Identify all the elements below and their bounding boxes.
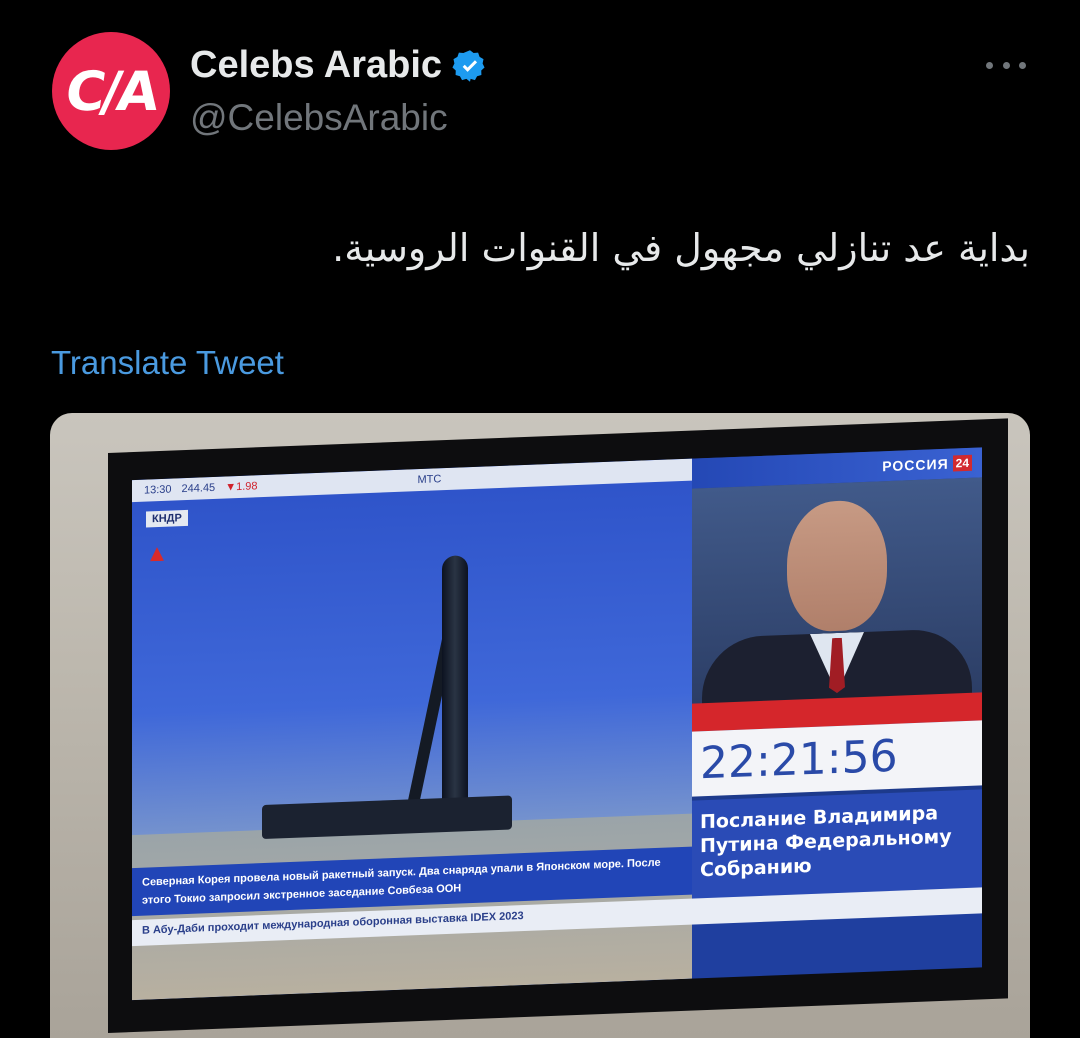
display-name[interactable]: Celebs Arabic xyxy=(190,44,488,87)
channel-name: РОССИЯ xyxy=(882,455,949,475)
avatar[interactable]: C/A xyxy=(52,32,170,150)
tweet-media-image[interactable]: 13:30 244.45 ▼1.98 МТС КНДР Северная Кор… xyxy=(50,413,1030,1038)
user-handle[interactable]: @CelebsArabic xyxy=(190,97,448,139)
address-caption: Послание Владимира Путина Федеральному С… xyxy=(692,789,982,899)
more-dot xyxy=(986,61,993,69)
missile-image xyxy=(442,555,468,827)
display-name-text: Celebs Arabic xyxy=(190,44,443,86)
verified-badge-icon xyxy=(452,49,485,82)
broadcaster-logo-icon xyxy=(150,547,164,562)
more-options-icon[interactable] xyxy=(986,50,1026,80)
tv-frame: 13:30 244.45 ▼1.98 МТС КНДР Северная Кор… xyxy=(108,418,1008,1033)
more-dot xyxy=(1019,61,1026,69)
speaker-portrait xyxy=(692,477,982,709)
portrait-head xyxy=(787,499,887,633)
market-ticker-bar: 13:30 244.45 ▼1.98 МТС xyxy=(132,458,692,503)
more-dot xyxy=(1002,61,1010,69)
tv-screen: 13:30 244.45 ▼1.98 МТС КНДР Северная Кор… xyxy=(132,447,982,1001)
top-quote: 244.45 xyxy=(181,481,216,496)
region-label: КНДР xyxy=(146,509,188,528)
top-right-label: МТС xyxy=(417,473,442,487)
translate-tweet-link[interactable]: Translate Tweet xyxy=(51,344,284,382)
channel-number: 24 xyxy=(952,454,972,472)
tweet-text: بداية عد تنازلي مجهول في القنوات الروسية… xyxy=(332,226,1030,270)
avatar-logo: C/A xyxy=(61,59,161,123)
countdown-clock: 22:21:56 xyxy=(692,720,982,797)
top-time: 13:30 xyxy=(144,483,172,497)
top-change: ▼1.98 xyxy=(225,480,258,494)
address-panel: РОССИЯ 24 22:21:56 Послание Владимира Пу… xyxy=(692,447,982,899)
